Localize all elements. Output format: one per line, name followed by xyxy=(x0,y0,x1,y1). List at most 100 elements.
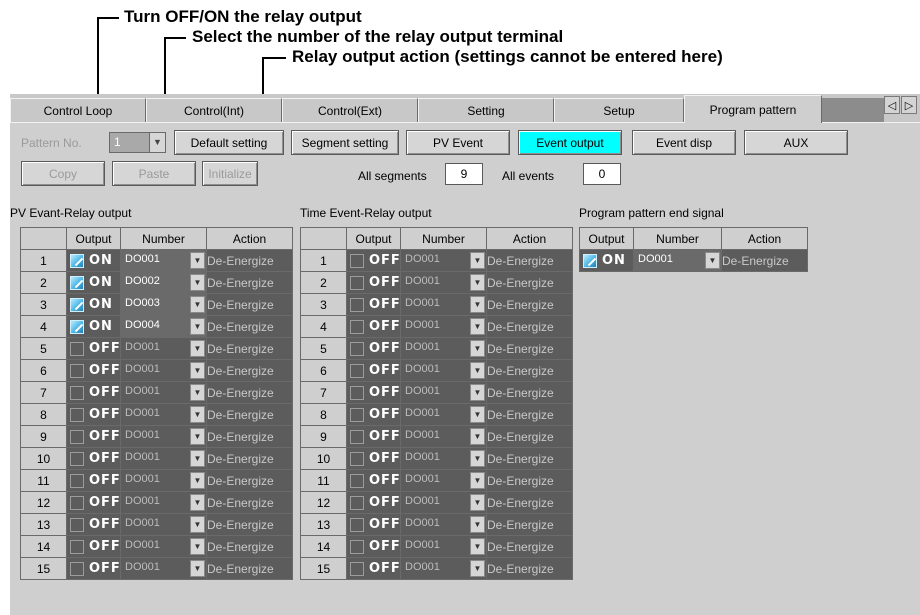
output-toggle[interactable]: OFF xyxy=(66,425,121,448)
output-toggle[interactable]: OFF xyxy=(346,293,401,316)
checkbox-icon[interactable] xyxy=(70,407,84,422)
output-toggle[interactable]: OFF xyxy=(346,469,401,492)
output-toggle[interactable]: OFF xyxy=(346,381,401,404)
checkbox-icon[interactable] xyxy=(70,319,84,334)
chevron-down-icon[interactable]: ▼ xyxy=(705,252,720,269)
number-select[interactable]: DO001 ▼ xyxy=(400,381,487,404)
segment-setting-button[interactable]: Segment setting xyxy=(291,130,399,155)
output-toggle[interactable]: OFF xyxy=(346,557,401,580)
checkbox-icon[interactable] xyxy=(70,275,84,290)
number-select[interactable]: DO001 ▼ xyxy=(633,249,722,272)
checkbox-icon[interactable] xyxy=(350,385,364,400)
chevron-down-icon[interactable]: ▼ xyxy=(190,274,205,291)
chevron-down-icon[interactable]: ▼ xyxy=(190,318,205,335)
checkbox-icon[interactable] xyxy=(350,341,364,356)
tab-control-loop[interactable]: Control Loop xyxy=(10,98,146,122)
chevron-down-icon[interactable]: ▼ xyxy=(470,340,485,357)
number-select[interactable]: DO001 ▼ xyxy=(120,359,207,382)
chevron-down-icon[interactable]: ▼ xyxy=(470,494,485,511)
checkbox-icon[interactable] xyxy=(70,495,84,510)
tab-control-int[interactable]: Control(Int) xyxy=(146,98,282,122)
checkbox-icon[interactable] xyxy=(350,319,364,334)
number-select[interactable]: DO001 ▼ xyxy=(120,447,207,470)
output-toggle[interactable]: ON xyxy=(66,293,121,316)
number-select[interactable]: DO001 ▼ xyxy=(400,469,487,492)
chevron-down-icon[interactable]: ▼ xyxy=(149,133,165,152)
checkbox-icon[interactable] xyxy=(70,517,84,532)
output-toggle[interactable]: OFF xyxy=(346,491,401,514)
checkbox-icon[interactable] xyxy=(70,429,84,444)
number-select[interactable]: DO001 ▼ xyxy=(400,557,487,580)
output-toggle[interactable]: OFF xyxy=(66,403,121,426)
chevron-down-icon[interactable]: ▼ xyxy=(190,516,205,533)
checkbox-icon[interactable] xyxy=(350,275,364,290)
checkbox-icon[interactable] xyxy=(350,429,364,444)
number-select[interactable]: DO004 ▼ xyxy=(120,315,207,338)
chevron-down-icon[interactable]: ▼ xyxy=(190,362,205,379)
checkbox-icon[interactable] xyxy=(70,561,84,576)
tab-setting[interactable]: Setting xyxy=(418,98,554,122)
output-toggle[interactable]: OFF xyxy=(346,315,401,338)
checkbox-icon[interactable] xyxy=(350,253,364,268)
checkbox-icon[interactable] xyxy=(350,297,364,312)
tab-scroll-right-icon[interactable]: ▷ xyxy=(901,96,917,114)
output-toggle[interactable]: OFF xyxy=(66,535,121,558)
checkbox-icon[interactable] xyxy=(350,407,364,422)
output-toggle[interactable]: ON xyxy=(66,271,121,294)
chevron-down-icon[interactable]: ▼ xyxy=(190,494,205,511)
output-toggle[interactable]: OFF xyxy=(66,491,121,514)
number-select[interactable]: DO001 ▼ xyxy=(120,469,207,492)
checkbox-icon[interactable] xyxy=(70,385,84,400)
initialize-button[interactable]: Initialize xyxy=(202,161,258,186)
checkbox-icon[interactable] xyxy=(70,473,84,488)
output-toggle[interactable]: OFF xyxy=(66,337,121,360)
checkbox-icon[interactable] xyxy=(350,363,364,378)
output-toggle[interactable]: ON xyxy=(579,249,634,272)
number-select[interactable]: DO001 ▼ xyxy=(400,513,487,536)
chevron-down-icon[interactable]: ▼ xyxy=(470,516,485,533)
output-toggle[interactable]: OFF xyxy=(66,557,121,580)
number-select[interactable]: DO001 ▼ xyxy=(120,403,207,426)
output-toggle[interactable]: OFF xyxy=(66,447,121,470)
aux-button[interactable]: AUX xyxy=(744,130,848,155)
checkbox-icon[interactable] xyxy=(350,473,364,488)
number-select[interactable]: DO001 ▼ xyxy=(120,425,207,448)
default-setting-button[interactable]: Default setting xyxy=(174,130,284,155)
chevron-down-icon[interactable]: ▼ xyxy=(470,296,485,313)
output-toggle[interactable]: OFF xyxy=(346,513,401,536)
chevron-down-icon[interactable]: ▼ xyxy=(470,538,485,555)
chevron-down-icon[interactable]: ▼ xyxy=(470,560,485,577)
chevron-down-icon[interactable]: ▼ xyxy=(470,252,485,269)
output-toggle[interactable]: OFF xyxy=(346,249,401,272)
number-select[interactable]: DO002 ▼ xyxy=(120,271,207,294)
number-select[interactable]: DO001 ▼ xyxy=(400,403,487,426)
chevron-down-icon[interactable]: ▼ xyxy=(190,296,205,313)
output-toggle[interactable]: ON xyxy=(66,315,121,338)
number-select[interactable]: DO001 ▼ xyxy=(400,447,487,470)
checkbox-icon[interactable] xyxy=(70,451,84,466)
output-toggle[interactable]: OFF xyxy=(66,381,121,404)
output-toggle[interactable]: OFF xyxy=(346,271,401,294)
number-select[interactable]: DO001 ▼ xyxy=(120,491,207,514)
number-select[interactable]: DO001 ▼ xyxy=(400,315,487,338)
output-toggle[interactable]: OFF xyxy=(346,425,401,448)
tab-program-pattern[interactable]: Program pattern xyxy=(684,95,822,123)
chevron-down-icon[interactable]: ▼ xyxy=(190,428,205,445)
number-select[interactable]: DO001 ▼ xyxy=(400,271,487,294)
output-toggle[interactable]: OFF xyxy=(346,403,401,426)
checkbox-icon[interactable] xyxy=(70,297,84,312)
chevron-down-icon[interactable]: ▼ xyxy=(470,384,485,401)
chevron-down-icon[interactable]: ▼ xyxy=(190,384,205,401)
number-select[interactable]: DO001 ▼ xyxy=(400,293,487,316)
checkbox-icon[interactable] xyxy=(583,253,597,268)
chevron-down-icon[interactable]: ▼ xyxy=(470,428,485,445)
number-select[interactable]: DO001 ▼ xyxy=(400,491,487,514)
number-select[interactable]: DO001 ▼ xyxy=(120,535,207,558)
number-select[interactable]: DO001 ▼ xyxy=(400,337,487,360)
output-toggle[interactable]: OFF xyxy=(346,535,401,558)
number-select[interactable]: DO001 ▼ xyxy=(120,513,207,536)
checkbox-icon[interactable] xyxy=(70,253,84,268)
chevron-down-icon[interactable]: ▼ xyxy=(190,406,205,423)
output-toggle[interactable]: OFF xyxy=(346,447,401,470)
checkbox-icon[interactable] xyxy=(350,539,364,554)
